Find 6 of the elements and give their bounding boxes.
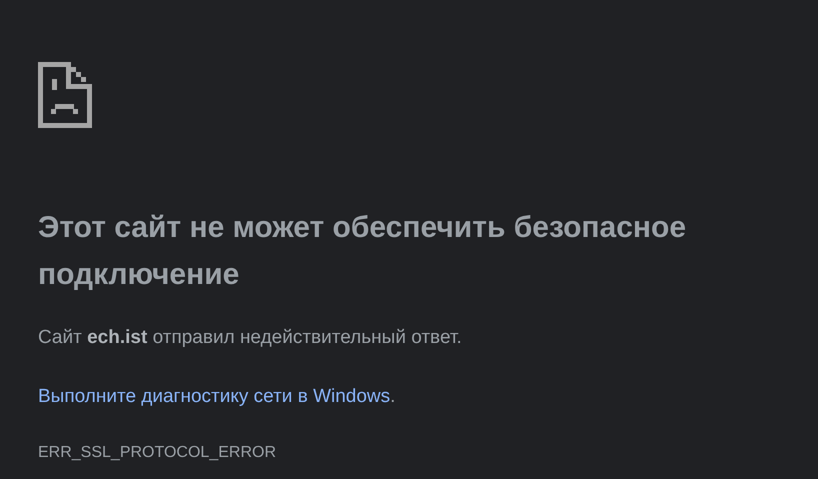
error-heading: Этот сайт не может обеспечить безопасное подключение [38, 210, 688, 293]
diagnostics-text: Выполните диагностику сети в Windows. [38, 385, 396, 409]
error-message: Сайт ech.ist отправил недействительный ответ. [38, 326, 463, 350]
error-code: ERR_SSL_PROTOCOL_ERROR [38, 443, 277, 463]
sad-page-icon [38, 62, 92, 128]
diagnostics-link[interactable]: Выполните диагностику сети в Windows [38, 386, 390, 407]
